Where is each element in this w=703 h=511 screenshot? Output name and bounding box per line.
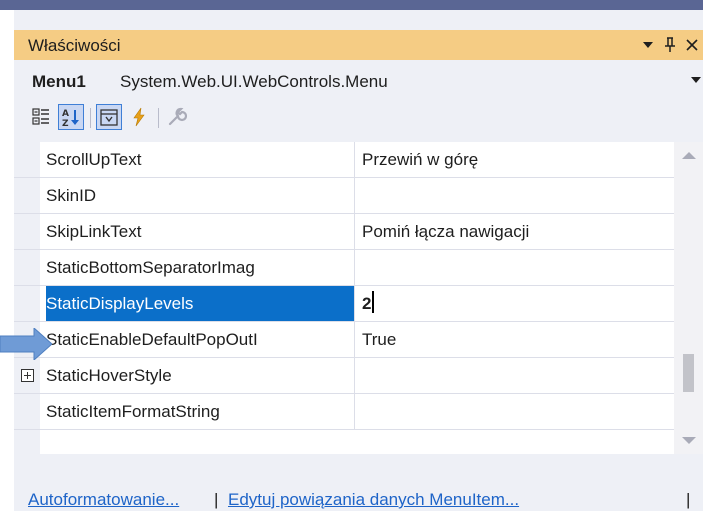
property-value[interactable] [362, 358, 667, 393]
chevron-down-icon[interactable] [691, 72, 701, 86]
column-divider[interactable] [354, 214, 355, 249]
property-name[interactable]: StaticHoverStyle [46, 358, 354, 393]
vertical-scrollbar[interactable] [674, 142, 703, 454]
close-icon[interactable] [681, 34, 703, 56]
text-cursor [372, 291, 375, 313]
column-divider[interactable] [354, 394, 355, 429]
column-divider[interactable] [354, 358, 355, 393]
property-row-selected[interactable]: StaticDisplayLevels 2 [14, 286, 674, 322]
property-row[interactable]: StaticBottomSeparatorImag [14, 250, 674, 286]
window-frame-top [0, 0, 703, 10]
property-row[interactable]: StaticHoverStyle [14, 358, 674, 394]
dropdown-arrow-icon[interactable] [637, 34, 659, 56]
property-value[interactable]: True [362, 322, 667, 357]
properties-toolbar: A Z [14, 102, 703, 134]
scrollbar-thumb[interactable] [683, 354, 694, 392]
scroll-down-arrow-icon[interactable] [682, 437, 696, 444]
property-name[interactable]: StaticDisplayLevels [46, 286, 354, 321]
property-pages-icon[interactable] [164, 104, 190, 130]
property-name[interactable]: SkinID [46, 178, 354, 213]
property-name[interactable]: StaticBottomSeparatorImag [46, 250, 354, 285]
column-divider[interactable] [354, 250, 355, 285]
link-separator: | [686, 490, 691, 509]
property-value[interactable] [362, 394, 667, 429]
property-row[interactable]: ScrollUpText Przewiń w górę [14, 142, 674, 178]
events-icon[interactable] [126, 104, 152, 130]
property-row[interactable]: StaticItemFormatString [14, 394, 674, 430]
title-bar-icons [637, 34, 703, 56]
property-grid: ScrollUpText Przewiń w górę SkinID SkipL… [14, 142, 703, 454]
property-value[interactable] [362, 178, 667, 213]
autoformat-link[interactable]: Autoformatowanie... [28, 490, 179, 510]
panel-title: Właściwości [28, 36, 121, 55]
callout-arrow-icon [0, 328, 52, 360]
object-selector[interactable]: Menu1 System.Web.UI.WebControls.Menu [14, 68, 703, 96]
property-row[interactable]: SkipLinkText Pomiń łącza nawigacji [14, 214, 674, 250]
alphabetical-icon[interactable]: A Z [58, 104, 84, 130]
scroll-up-arrow-icon[interactable] [682, 152, 696, 159]
property-name[interactable]: ScrollUpText [46, 142, 354, 177]
property-value-input[interactable]: 2 [362, 286, 667, 321]
column-divider[interactable] [354, 142, 355, 177]
property-name[interactable]: StaticItemFormatString [46, 394, 354, 429]
edit-databindings-link[interactable]: Edytuj powiązania danych MenuItem... [228, 490, 519, 510]
svg-text:A: A [62, 109, 69, 119]
command-links: Autoformatowanie... | Edytuj powiązania … [14, 490, 703, 511]
panel-title-bar[interactable]: Właściwości [14, 30, 703, 60]
object-name: Menu1 [32, 72, 86, 91]
property-name[interactable]: StaticEnableDefaultPopOutI [46, 322, 354, 357]
property-row[interactable]: SkinID [14, 178, 674, 214]
toolbar-separator [90, 108, 91, 128]
toolbar-separator [158, 108, 159, 128]
column-divider[interactable] [354, 178, 355, 213]
pin-icon[interactable] [659, 34, 681, 56]
property-value[interactable]: Przewiń w górę [362, 142, 667, 177]
categorized-icon[interactable] [28, 104, 54, 130]
property-row[interactable]: StaticEnableDefaultPopOutI True [14, 322, 674, 358]
svg-text:Z: Z [62, 119, 69, 127]
properties-icon[interactable] [96, 104, 122, 130]
property-value[interactable]: Pomiń łącza nawigacji [362, 214, 667, 249]
expand-plus-icon[interactable] [21, 369, 34, 382]
properties-panel: Właściwości Menu1 System.Web.UI.WebContr… [14, 10, 703, 511]
column-divider[interactable] [354, 286, 355, 321]
window-frame-left [0, 10, 14, 511]
link-separator: | [214, 490, 219, 509]
object-type: System.Web.UI.WebControls.Menu [120, 72, 388, 91]
column-divider[interactable] [354, 322, 355, 357]
property-name[interactable]: SkipLinkText [46, 214, 354, 249]
property-value-text: 2 [362, 294, 372, 313]
property-value[interactable] [362, 250, 667, 285]
